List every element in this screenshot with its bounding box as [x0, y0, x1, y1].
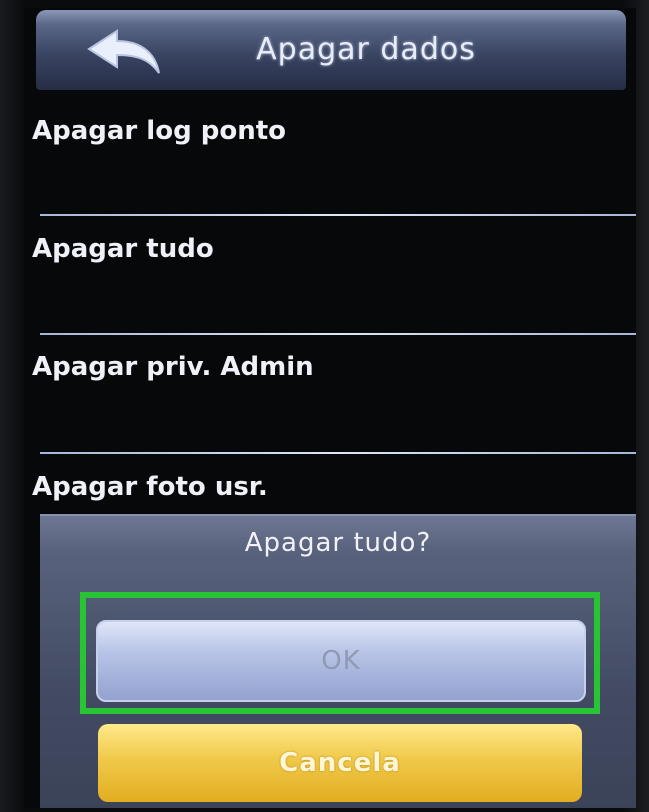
confirm-dialog: Apagar tudo? OK Cancela	[40, 514, 636, 808]
menu-item-label: Apagar foto usr.	[32, 472, 268, 502]
page-title: Apagar dados	[256, 32, 476, 67]
menu-item-label: Apagar log ponto	[32, 116, 287, 146]
device-screen: Apagar dados Apagar log ponto Apagar tud…	[24, 8, 636, 808]
menu-item-apagar-priv-admin[interactable]: Apagar priv. Admin	[24, 342, 636, 460]
back-arrow-icon	[87, 29, 160, 74]
divider	[40, 214, 636, 216]
ok-button[interactable]: OK	[96, 620, 586, 702]
menu-item-label: Apagar tudo	[32, 234, 214, 264]
divider	[40, 333, 636, 335]
dialog-title: Apagar tudo?	[244, 528, 432, 558]
menu-item-label: Apagar priv. Admin	[32, 352, 314, 382]
menu-item-apagar-tudo[interactable]: Apagar tudo	[24, 224, 636, 342]
header-bar: Apagar dados	[36, 10, 626, 90]
back-button[interactable]	[78, 24, 168, 80]
menu-item-apagar-log-ponto[interactable]: Apagar log ponto	[24, 106, 636, 224]
divider	[40, 452, 636, 454]
cancel-button[interactable]: Cancela	[98, 724, 582, 802]
